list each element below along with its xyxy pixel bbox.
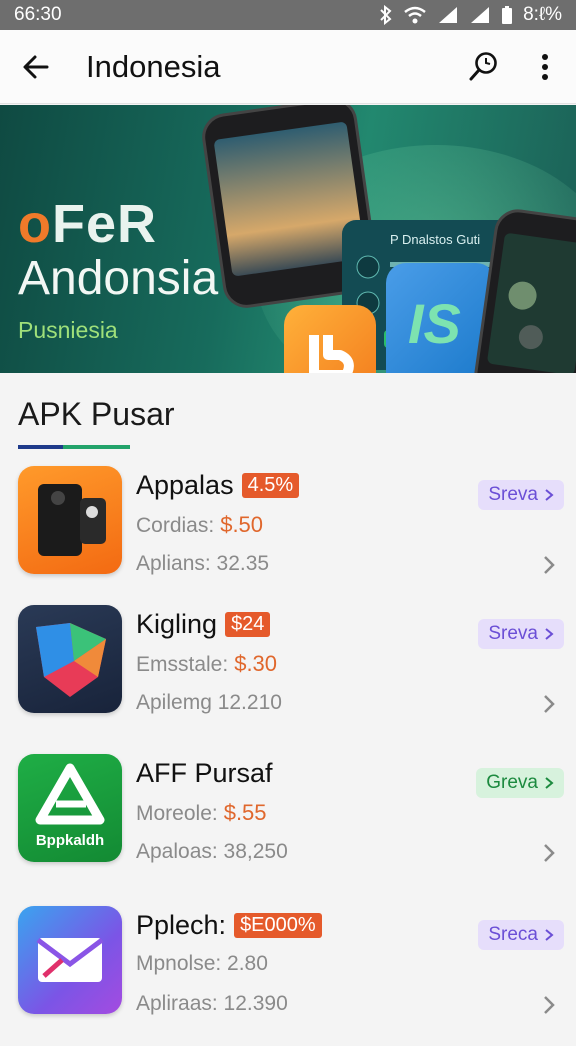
item-action-button[interactable]: Sreva xyxy=(478,619,564,649)
app-icon: Bppkaldh xyxy=(18,754,122,862)
item-detail: Mpnolse: 2.80 xyxy=(136,952,268,976)
arrow-left-icon xyxy=(23,55,49,78)
mail-envelope-icon xyxy=(36,938,104,982)
item-detail: Cordias: $.50 xyxy=(136,512,263,538)
banner-orange-tile xyxy=(284,305,376,373)
banner-title: Andonsia xyxy=(18,252,219,305)
banner-offer-o: o xyxy=(18,194,52,254)
app-icon xyxy=(18,466,122,574)
chevron-right-icon xyxy=(545,628,554,640)
list-item[interactable]: Bppkaldh AFF Pursaf Moreole: $.55 Apaloas… xyxy=(0,754,576,894)
status-bar: 66:30 8:ℓ% xyxy=(0,0,576,30)
item-name-text: AFF Pursaf xyxy=(136,758,273,788)
item-name: AFF Pursaf xyxy=(136,758,273,789)
item-action-button[interactable]: Sreca xyxy=(478,920,564,950)
item-price: $.55 xyxy=(223,800,267,825)
chevron-right-icon[interactable] xyxy=(542,994,556,1016)
item-name: Kigling $24 xyxy=(136,609,271,640)
app-icon xyxy=(18,906,122,1014)
battery-percent: 8:ℓ% xyxy=(523,4,562,25)
phone-case-icon xyxy=(38,484,106,556)
section-underline xyxy=(18,445,130,449)
chevron-right-icon[interactable] xyxy=(542,842,556,864)
item-name-text: Appalas xyxy=(136,470,234,500)
search-icon xyxy=(469,51,497,80)
item-action-label: Greva xyxy=(486,772,538,793)
item-detail: Emsstale: $.30 xyxy=(136,651,277,677)
back-button[interactable] xyxy=(0,30,72,104)
item-action-label: Sreca xyxy=(488,924,538,945)
item-action-label: Sreva xyxy=(488,484,538,505)
chevron-right-icon xyxy=(545,777,554,789)
more-vert-icon xyxy=(542,53,548,80)
item-name-text: Pplech: xyxy=(136,910,227,940)
chevron-right-icon xyxy=(545,489,554,501)
item-detail-label: Emsstale: xyxy=(136,653,229,676)
signal-icon-2 xyxy=(471,7,490,23)
item-price: $.30 xyxy=(234,651,278,676)
item-price: $.50 xyxy=(220,512,264,537)
list-item[interactable]: Kigling $24 Emsstale: $.30 Apilemg 12.210 … xyxy=(0,605,576,745)
banner-panel-title: P Dnalstos Guti xyxy=(390,232,481,247)
chevron-right-icon[interactable] xyxy=(542,693,556,715)
banner-subtitle: Pusniesia xyxy=(18,317,118,343)
item-meta: Apliraas: 12.390 xyxy=(136,992,288,1015)
list-item[interactable]: Appalas 4.5% Cordias: $.50 Aplians: 32.35 … xyxy=(0,466,576,606)
discount-badge: $E000% xyxy=(234,913,322,938)
item-meta: Aplians: 32.35 xyxy=(136,552,270,575)
app-icon xyxy=(18,605,122,713)
item-detail: Moreole: $.55 xyxy=(136,800,267,826)
app-bar: Indonesia xyxy=(0,30,576,104)
item-detail-label: Mpnolse: 2.80 xyxy=(136,952,268,975)
chevron-right-icon xyxy=(545,929,554,941)
item-detail-label: Moreole: xyxy=(136,802,218,825)
item-name: Pplech: $E000% xyxy=(136,910,322,941)
app-icon-caption: Bppkaldh xyxy=(35,832,105,849)
battery-icon xyxy=(502,6,513,24)
item-meta: Apilemg 12.210 xyxy=(136,691,282,714)
page-title: Indonesia xyxy=(86,48,221,84)
search-button[interactable] xyxy=(452,30,514,104)
banner-offer-text: oFeR xyxy=(18,193,157,255)
item-name: Appalas 4.5% xyxy=(136,470,300,501)
shield-logo-icon xyxy=(36,623,106,697)
promo-banner[interactable]: P Dnalstos Guti IS oFeR Andonsia Pusnies… xyxy=(0,105,576,373)
status-time: 66:30 xyxy=(14,4,62,25)
section-title: APK Pusar xyxy=(18,396,175,432)
more-options-button[interactable] xyxy=(514,30,576,104)
item-action-button[interactable]: Greva xyxy=(476,768,564,798)
banner-tile-text: IS xyxy=(408,292,461,355)
item-action-label: Sreva xyxy=(488,623,538,644)
item-detail-label: Cordias: xyxy=(136,514,215,537)
item-action-button[interactable]: Sreva xyxy=(478,480,564,510)
wifi-icon xyxy=(404,6,426,24)
item-name-text: Kigling xyxy=(136,609,218,639)
chevron-right-icon[interactable] xyxy=(542,554,556,576)
banner-offer-rest: FeR xyxy=(52,194,158,254)
item-meta: Apaloas: 38,250 xyxy=(136,840,288,863)
bluetooth-icon xyxy=(380,5,392,25)
signal-icon xyxy=(439,7,458,23)
list-item[interactable]: Pplech: $E000% Mpnolse: 2.80 Apliraas: 12… xyxy=(0,906,576,1046)
discount-badge: 4.5% xyxy=(241,473,300,498)
discount-badge: $24 xyxy=(225,612,271,637)
